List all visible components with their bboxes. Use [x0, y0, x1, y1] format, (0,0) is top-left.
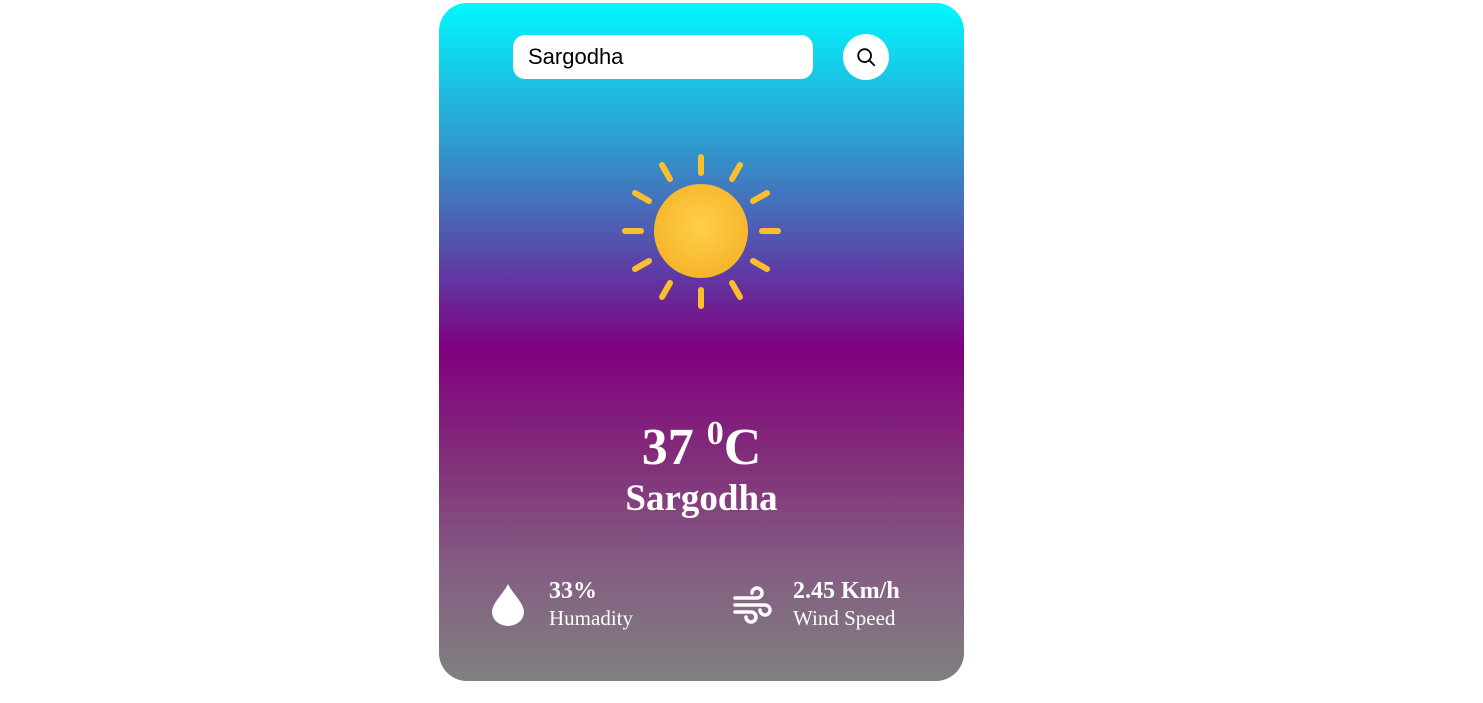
search-icon	[857, 48, 876, 67]
humidity-value: 33%	[549, 578, 597, 604]
wind-label: Wind Speed	[793, 606, 896, 630]
temperature-unit: C	[723, 419, 762, 476]
temperature-value: 37	[641, 419, 694, 476]
water-drop-icon	[487, 581, 529, 627]
weather-card: 37 0C Sargodha 33% Humadity 2.45 Km/h	[439, 3, 964, 681]
humidity-detail: 33% Humadity	[487, 577, 633, 631]
wind-value: 2.45 Km/h	[793, 578, 900, 604]
wind-detail: 2.45 Km/h Wind Speed	[731, 577, 900, 631]
wind-icon	[731, 581, 773, 627]
search-button[interactable]	[843, 34, 889, 80]
humidity-label: Humadity	[549, 606, 633, 630]
city-search-input[interactable]	[513, 35, 813, 79]
temperature: 37 0C	[439, 403, 964, 479]
sun-icon	[619, 151, 784, 316]
city-name: Sargodha	[625, 478, 778, 519]
temperature-degree: 0	[706, 415, 724, 452]
